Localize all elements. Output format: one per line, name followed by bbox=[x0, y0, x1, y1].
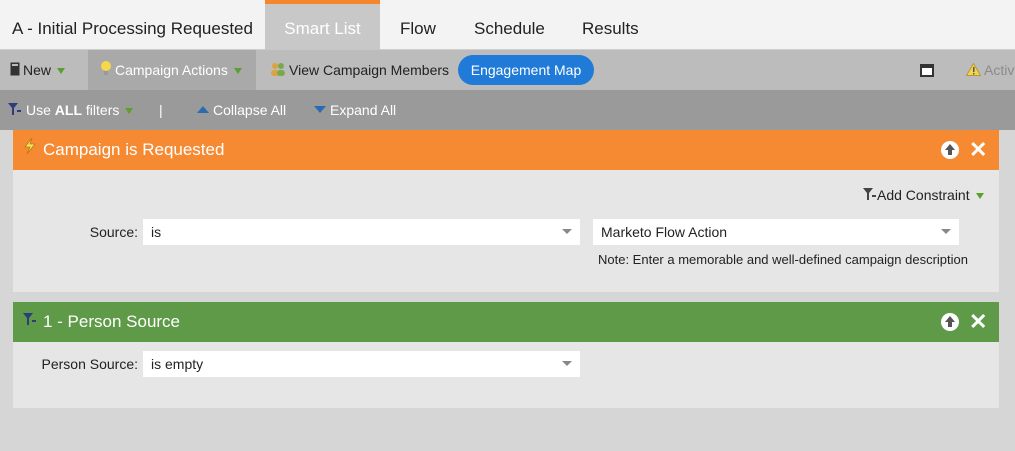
chevron-down-icon bbox=[562, 361, 572, 366]
use-suffix-label: filters bbox=[85, 102, 120, 118]
trigger-header[interactable]: Campaign is Requested ✕ bbox=[13, 130, 999, 170]
filter-funnel-icon bbox=[23, 301, 37, 341]
dropdown-arrow-icon bbox=[57, 68, 66, 75]
expand-all-label: Expand All bbox=[330, 102, 397, 118]
source-operator-select[interactable]: is bbox=[143, 219, 580, 245]
add-constraint-button[interactable]: Add Constraint bbox=[863, 186, 984, 205]
add-constraint-label: Add Constraint bbox=[877, 187, 970, 203]
campaign-title: A - Initial Processing Requested bbox=[12, 19, 253, 38]
new-document-icon bbox=[10, 51, 20, 91]
view-campaign-members-button[interactable]: View Campaign Members bbox=[270, 50, 449, 90]
expand-icon bbox=[314, 105, 326, 113]
tab-bar: A - Initial Processing Requested Smart L… bbox=[0, 0, 1015, 50]
source-value-select[interactable]: Marketo Flow Action bbox=[593, 219, 959, 245]
move-up-icon[interactable] bbox=[941, 141, 959, 159]
use-prefix-label: Use bbox=[26, 102, 51, 118]
use-all-filters-menu[interactable]: Use ALL filters bbox=[8, 90, 134, 131]
campaign-actions-menu-button[interactable]: Campaign Actions bbox=[88, 50, 256, 90]
new-label: New bbox=[23, 62, 52, 78]
lightbulb-icon bbox=[100, 51, 112, 91]
description-note: Note: Enter a memorable and well-defined… bbox=[598, 252, 968, 267]
dropdown-arrow-icon bbox=[975, 193, 984, 200]
use-bold-label: ALL bbox=[54, 102, 83, 118]
collapse-all-button[interactable]: Collapse All bbox=[197, 90, 286, 130]
tab-schedule[interactable]: Schedule bbox=[474, 0, 545, 50]
filter-title: 1 - Person Source bbox=[43, 312, 181, 331]
collapse-icon bbox=[197, 105, 209, 113]
filter-bar: Use ALL filters | Collapse All Expand Al… bbox=[0, 90, 1015, 130]
new-menu-button[interactable]: New bbox=[10, 50, 66, 91]
close-icon[interactable]: ✕ bbox=[969, 139, 987, 161]
campaign-actions-label: Campaign Actions bbox=[115, 62, 228, 78]
filter-funnel-icon bbox=[8, 91, 22, 131]
dropdown-arrow-icon bbox=[233, 68, 242, 75]
engagement-map-button[interactable]: Engagement Map bbox=[458, 55, 594, 85]
active-label: Active bbox=[984, 62, 1015, 78]
expand-all-button[interactable]: Expand All bbox=[314, 90, 396, 130]
chevron-down-icon bbox=[941, 229, 951, 234]
chevron-down-icon bbox=[562, 229, 572, 234]
person-source-operator-select[interactable]: is empty bbox=[143, 351, 580, 377]
tab-flow[interactable]: Flow bbox=[400, 0, 436, 50]
separator: | bbox=[159, 102, 163, 118]
source-value: Marketo Flow Action bbox=[601, 224, 728, 240]
trigger-title: Campaign is Requested bbox=[43, 140, 225, 159]
source-operator-value: is bbox=[151, 224, 162, 240]
move-up-icon[interactable] bbox=[941, 313, 959, 331]
window-icon[interactable] bbox=[920, 64, 934, 77]
person-source-operator-value: is empty bbox=[151, 356, 204, 372]
filter-header[interactable]: 1 - Person Source ✕ bbox=[13, 302, 999, 342]
view-campaign-members-label: View Campaign Members bbox=[289, 62, 450, 78]
tab-smart-list[interactable]: Smart List bbox=[265, 0, 380, 50]
person-source-label: Person Source: bbox=[41, 356, 139, 372]
lightning-icon bbox=[23, 129, 37, 169]
dropdown-arrow-icon bbox=[125, 108, 134, 115]
active-status[interactable]: Active bbox=[965, 50, 1015, 91]
collapse-all-label: Collapse All bbox=[213, 102, 287, 118]
warning-icon bbox=[965, 51, 982, 91]
close-icon[interactable]: ✕ bbox=[969, 311, 987, 333]
add-constraint-funnel-icon bbox=[863, 187, 877, 205]
people-icon bbox=[270, 51, 286, 91]
tab-results[interactable]: Results bbox=[582, 0, 639, 50]
source-label: Source: bbox=[89, 224, 138, 240]
